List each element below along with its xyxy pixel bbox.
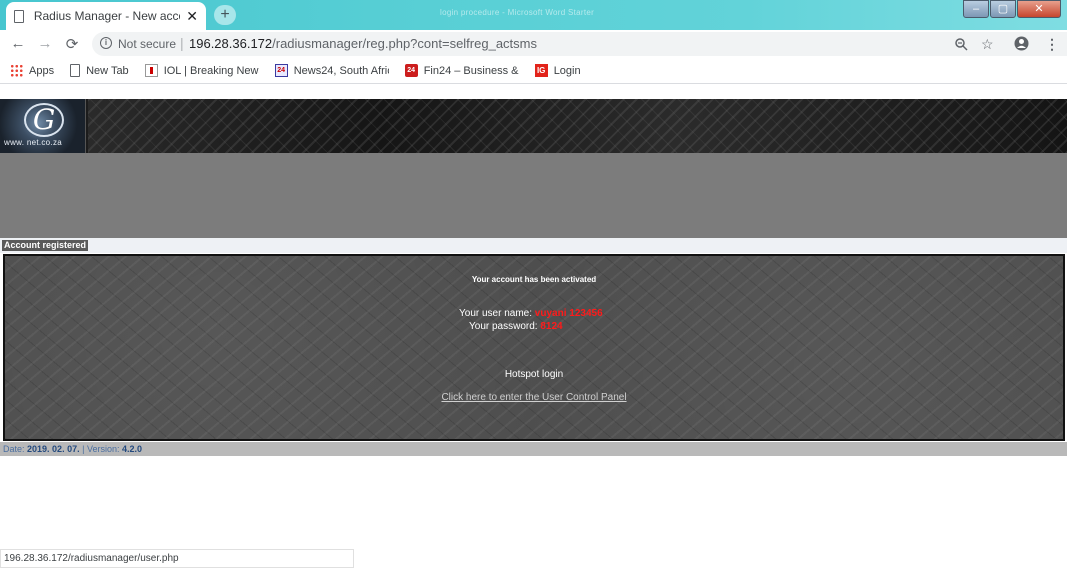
close-window-button[interactable]: ✕ [1017, 0, 1061, 18]
date-value: 2019. 02. 07. [27, 444, 80, 454]
username-label: Your user name: [459, 308, 533, 319]
version-label: Version: [86, 444, 120, 454]
ig-icon: IG [534, 64, 548, 77]
url-host: 196.28.36.172 [189, 36, 273, 51]
bookmark-fin24[interactable]: 24Fin24 – Business & Fi [404, 64, 519, 77]
news24-icon: 24 [274, 64, 288, 77]
password-value: 8124 [540, 321, 563, 332]
back-button[interactable]: ← [8, 35, 28, 52]
site-banner: G www. net.co.za [0, 99, 1067, 153]
page-footer: Date: 2019. 02. 07. | Version: 4.2.0 [0, 442, 1067, 456]
browser-tab[interactable]: Radius Manager - New account r ✕ [6, 2, 206, 30]
bookmark-login[interactable]: IG Login [534, 64, 581, 77]
activation-message: Your account has been activated [471, 275, 597, 284]
tab-title: Radius Manager - New account r [33, 9, 180, 23]
doc-icon [70, 64, 81, 77]
maximize-button[interactable]: ▢ [990, 0, 1016, 18]
tab-close-icon[interactable]: ✕ [186, 8, 198, 25]
page-icon [14, 9, 24, 23]
url-path: /radiusmanager/reg.php?cont=selfreg_acts… [272, 36, 537, 51]
user-control-panel-link[interactable]: Click here to enter the User Control Pan… [5, 392, 1063, 403]
forward-button[interactable]: → [35, 35, 55, 52]
site-logo[interactable]: G www. net.co.za [0, 99, 86, 153]
header-spacer [0, 153, 1067, 238]
url-text[interactable]: 196.28.36.172/radiusmanager/reg.php?cont… [189, 36, 537, 51]
security-label[interactable]: Not secure [118, 37, 176, 51]
title-bar: Radius Manager - New account r ✕ + login… [0, 0, 1067, 30]
section-title: Account registered [2, 240, 89, 251]
bookmark-new-tab[interactable]: New Tab [70, 64, 129, 77]
background-window-title: login procedure - Microsoft Word Starter [440, 8, 595, 17]
password-row: Your password: 8124 [459, 320, 603, 333]
bookmarks-bar: Apps New Tab IOL | Breaking News 24 News2… [0, 58, 1067, 84]
minimize-button[interactable]: – [963, 0, 989, 18]
fin24-icon: 24 [404, 64, 418, 77]
account-icon[interactable] [1014, 36, 1029, 51]
bookmark-news24[interactable]: 24 News24, South Africa [274, 64, 389, 77]
logo-url-text: www. net.co.za [4, 138, 63, 147]
zoom-icon[interactable] [955, 38, 968, 51]
logo-g-icon: G [24, 103, 64, 137]
bookmark-iol[interactable]: IOL | Breaking News [144, 64, 259, 77]
hotspot-login-link[interactable]: Hotspot login [5, 369, 1063, 380]
reload-button[interactable]: ⟳ [62, 35, 82, 53]
footer-separator: | [82, 444, 85, 454]
browser-toolbar: ← → ⟳ i Not secure | 196.28.36.172/radiu… [0, 30, 1067, 58]
section-header: Account registered [0, 238, 1067, 253]
circuit-board-graphic [88, 99, 1067, 153]
account-panel: Your account has been activated Your use… [3, 254, 1065, 441]
date-label: Date: [3, 444, 25, 454]
menu-icon[interactable]: ⋮ [1045, 36, 1059, 53]
version-value: 4.2.0 [122, 444, 143, 454]
iol-icon [144, 64, 158, 77]
window-controls: – ▢ ✕ [962, 0, 1061, 18]
new-tab-button[interactable]: + [214, 5, 236, 25]
apps-icon [10, 64, 23, 77]
username-row: Your user name: vuyani 123456 [459, 307, 603, 320]
url-separator: | [180, 35, 184, 51]
credentials-block: Your user name: vuyani 123456 Your passw… [459, 307, 603, 333]
info-icon[interactable]: i [100, 37, 112, 49]
username-value: vuyani 123456 [534, 308, 603, 319]
password-label: Your password: [469, 321, 538, 332]
bookmark-apps[interactable]: Apps [10, 64, 54, 77]
star-icon[interactable]: ☆ [981, 36, 994, 53]
link-status-bubble: 196.28.36.172/radiusmanager/user.php [0, 549, 354, 568]
